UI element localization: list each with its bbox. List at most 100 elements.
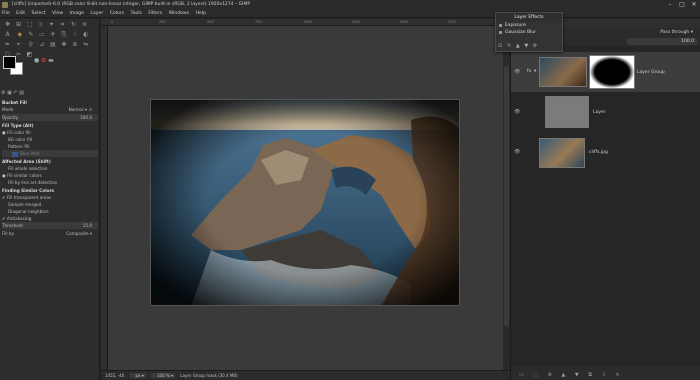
fill-line-art-radio[interactable]: Fill by line art detection (2, 179, 98, 186)
paintbrush-tool-icon[interactable]: ✎ (27, 31, 35, 39)
menu-tools[interactable]: Tools (131, 11, 142, 16)
visibility-eye-icon[interactable]: 👁 (514, 149, 520, 155)
diagonal-neighbors-checkbox[interactable]: Diagonal neighbors (2, 208, 98, 215)
menu-select[interactable]: Select (32, 11, 46, 16)
rotate-tool-icon[interactable]: ↻ (70, 21, 78, 29)
paths-tool-icon[interactable]: ✒ (4, 41, 12, 49)
antialiasing-checkbox[interactable]: ✔ Antialiasing (2, 215, 98, 222)
layer-name[interactable]: Layer Group (637, 70, 665, 75)
dodge-tool-icon[interactable]: ◐ (82, 31, 90, 39)
move-tool-icon[interactable]: ✥ (4, 21, 12, 29)
undo-history-tab-icon[interactable]: ↶ (13, 90, 17, 96)
unit-select[interactable]: px ▾ (129, 373, 146, 378)
layer-group-mask-thumbnail[interactable] (589, 55, 635, 89)
tool-options-tab-icon[interactable]: ⚙ (1, 90, 5, 96)
menu-colors[interactable]: Colors (110, 11, 124, 16)
visibility-eye-icon[interactable]: 👁 (514, 69, 520, 75)
image-canvas[interactable] (150, 99, 460, 306)
heal-tool-icon[interactable]: ✚ (60, 41, 68, 49)
lasso-tool-icon[interactable]: ↄ (37, 21, 45, 29)
add-mask-icon[interactable]: ⊕ (548, 372, 552, 378)
menu-filters[interactable]: Filters (148, 11, 162, 16)
layer-opacity-slider[interactable]: 100.0 (627, 38, 697, 45)
sample-merged-checkbox[interactable]: Sample merged (2, 201, 98, 208)
opacity-slider[interactable]: Opacity 100.0 (2, 114, 98, 121)
scrollbar-thumb[interactable] (504, 66, 509, 326)
layer-name[interactable]: cliffs.jpg (589, 150, 608, 155)
duplicate-layer-icon[interactable]: ⧉ (588, 372, 592, 378)
crop-tool-icon[interactable]: ⌗ (59, 21, 67, 29)
raise-layer-icon[interactable]: ▲ (561, 372, 565, 378)
fill-by-row[interactable]: Fill by Composite ▾ (2, 230, 98, 237)
menu-view[interactable]: View (52, 11, 63, 16)
text-tool-icon[interactable]: A (4, 31, 12, 39)
mode-swap-icon[interactable]: ↺ (88, 107, 92, 112)
layer-mode-select[interactable]: Pass through ▾ (660, 28, 693, 37)
pattern-preview-icon[interactable]: ✿ (41, 57, 46, 64)
lower-effect-icon[interactable]: ▼ (524, 43, 528, 49)
layer-row-layer[interactable]: 👁 Layer (511, 92, 700, 132)
rect-select-tool-icon[interactable]: ⬚ (26, 21, 34, 29)
menu-layer[interactable]: Layer (90, 11, 103, 16)
fg-bg-colors[interactable] (3, 56, 29, 82)
layer-row-cliffs[interactable]: 👁 cliffs.jpg (511, 132, 700, 172)
color-picker-tool-icon[interactable]: ⌖ (15, 41, 23, 49)
fill-whole-selection-radio[interactable]: Fill whole selection (2, 165, 98, 172)
effect-gaussian-blur[interactable]: Gaussian Blur (496, 29, 562, 36)
perspective-tool-icon[interactable]: ⧈ (71, 41, 79, 49)
menu-edit[interactable]: Edit (16, 11, 25, 16)
horizontal-ruler[interactable]: 0 250 500 750 1000 1250 1500 1750 2000 (101, 19, 510, 26)
threshold-slider[interactable]: Threshold 15.0 (2, 222, 98, 229)
eraser-tool-icon[interactable]: ▭ (38, 31, 46, 39)
visibility-eye-icon[interactable]: 👁 (514, 109, 520, 115)
fuzzy-select-tool-icon[interactable]: ✦ (48, 21, 56, 29)
gradient-preview-icon[interactable]: ▬ (48, 57, 54, 64)
expand-arrow-icon[interactable]: ▾ (534, 69, 536, 74)
new-layer-icon[interactable]: ▭ (519, 372, 524, 378)
effects-fx-icon[interactable]: fx (527, 69, 531, 74)
measure-tool-icon[interactable]: ⊿ (38, 41, 46, 49)
toggle-effects-icon[interactable]: ☑ (498, 43, 502, 49)
maximize-button[interactable]: □ (676, 0, 688, 9)
bucket-fill-tool-icon[interactable]: ◈ (16, 31, 24, 39)
delete-layer-icon[interactable]: ✕ (615, 372, 619, 378)
vertical-scrollbar[interactable] (503, 26, 510, 370)
warp-tool-icon[interactable]: ≋ (81, 21, 89, 29)
gradient-tool-icon[interactable]: ▤ (49, 41, 57, 49)
canvas-area[interactable] (108, 26, 503, 370)
airbrush-tool-icon[interactable]: ✈ (49, 31, 57, 39)
layer-name[interactable]: Layer (593, 110, 606, 115)
edit-effect-icon[interactable]: ✎ (507, 43, 511, 49)
fill-transparent-checkbox[interactable]: ✔ Fill transparent areas (2, 194, 98, 201)
fill-similar-colors-radio[interactable]: ● Fill similar colors (2, 172, 98, 179)
flip-tool-icon[interactable]: ⇋ (82, 41, 90, 49)
new-group-icon[interactable]: ⬚ (533, 372, 538, 378)
menu-windows[interactable]: Windows (169, 11, 190, 16)
layers-list[interactable]: 👁 fx ▾ Layer Group 👁 Layer 👁 cliffs.jpg (511, 46, 700, 366)
layer-row-group[interactable]: 👁 fx ▾ Layer Group (511, 52, 700, 92)
menu-file[interactable]: File (2, 11, 10, 16)
align-tool-icon[interactable]: ⊞ (15, 21, 23, 29)
fg-color-fill-radio[interactable]: ● FG color fill (2, 129, 98, 136)
close-button[interactable]: ✕ (688, 0, 700, 9)
menu-image[interactable]: Image (70, 11, 84, 16)
pattern-selector[interactable]: Blue Web (2, 150, 98, 157)
vertical-ruler[interactable] (101, 26, 108, 370)
menu-help[interactable]: Help (196, 11, 206, 16)
fill-by-select[interactable]: Composite ▾ (66, 230, 92, 237)
merge-down-icon[interactable]: ⇩ (602, 372, 606, 378)
zoom-select[interactable]: 100 % ▾ (151, 373, 176, 378)
bg-color-fill-radio[interactable]: BG color fill (2, 136, 98, 143)
mode-select[interactable]: Normal ▾ ↺ (69, 106, 92, 113)
merge-effects-icon[interactable]: ⚙ (533, 43, 537, 49)
effect-exposure[interactable]: Exposure (496, 22, 562, 29)
device-status-tab-icon[interactable]: ▣ (7, 90, 12, 96)
pattern-fill-radio[interactable]: Pattern fill (2, 143, 98, 150)
zoom-tool-icon[interactable]: ⚲ (27, 41, 35, 49)
foreground-color-swatch[interactable] (3, 56, 16, 69)
lower-layer-icon[interactable]: ▼ (575, 372, 579, 378)
minimize-button[interactable]: – (664, 0, 676, 9)
brush-preview-icon[interactable]: ● (34, 57, 39, 64)
smudge-tool-icon[interactable]: ☝ (71, 31, 79, 39)
images-tab-icon[interactable]: ▧ (19, 90, 24, 96)
